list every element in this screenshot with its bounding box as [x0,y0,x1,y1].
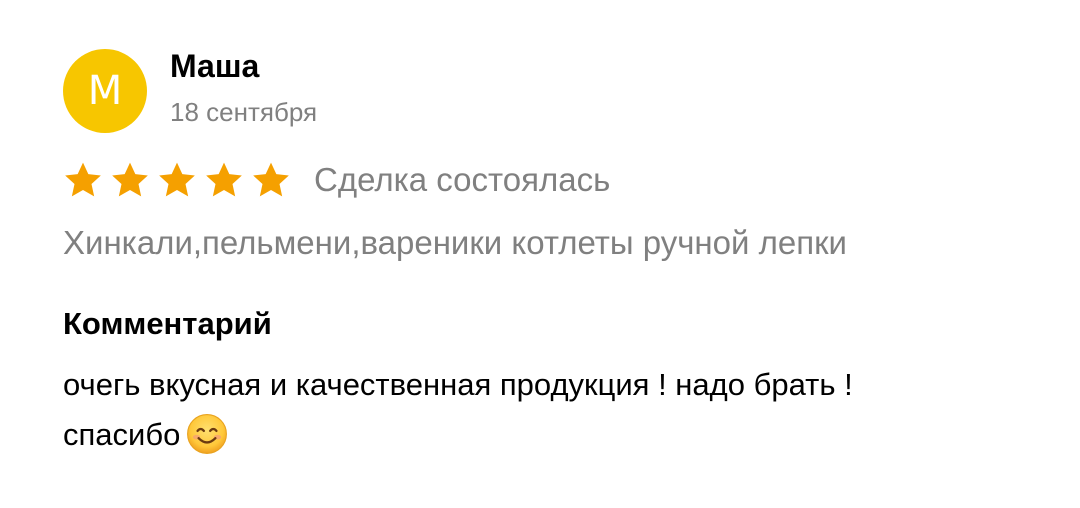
review-card: М Маша 18 сентября Сделка состоялась Хин… [0,0,1080,508]
star-icon [206,162,242,197]
avatar: М [63,49,147,133]
rating-stars [63,160,298,200]
review-date: 18 сентября [170,97,318,127]
comment-body: очегь вкусная и качественная продукция !… [63,360,923,460]
comment-heading: Комментарий [63,306,272,341]
product-title[interactable]: Хинкали,пельмени,вареники котлеты ручной… [63,221,847,265]
star-icon [159,162,195,197]
star-icon [112,162,148,197]
star-icon [253,162,289,197]
deal-status: Сделка состоялась [314,161,611,198]
smiling-face-icon [187,413,228,454]
comment-text: очегь вкусная и качественная продукция !… [63,367,853,452]
star-icon [65,162,101,197]
author-name[interactable]: Маша [170,46,259,86]
rating-row: Сделка состоялась [63,152,610,208]
